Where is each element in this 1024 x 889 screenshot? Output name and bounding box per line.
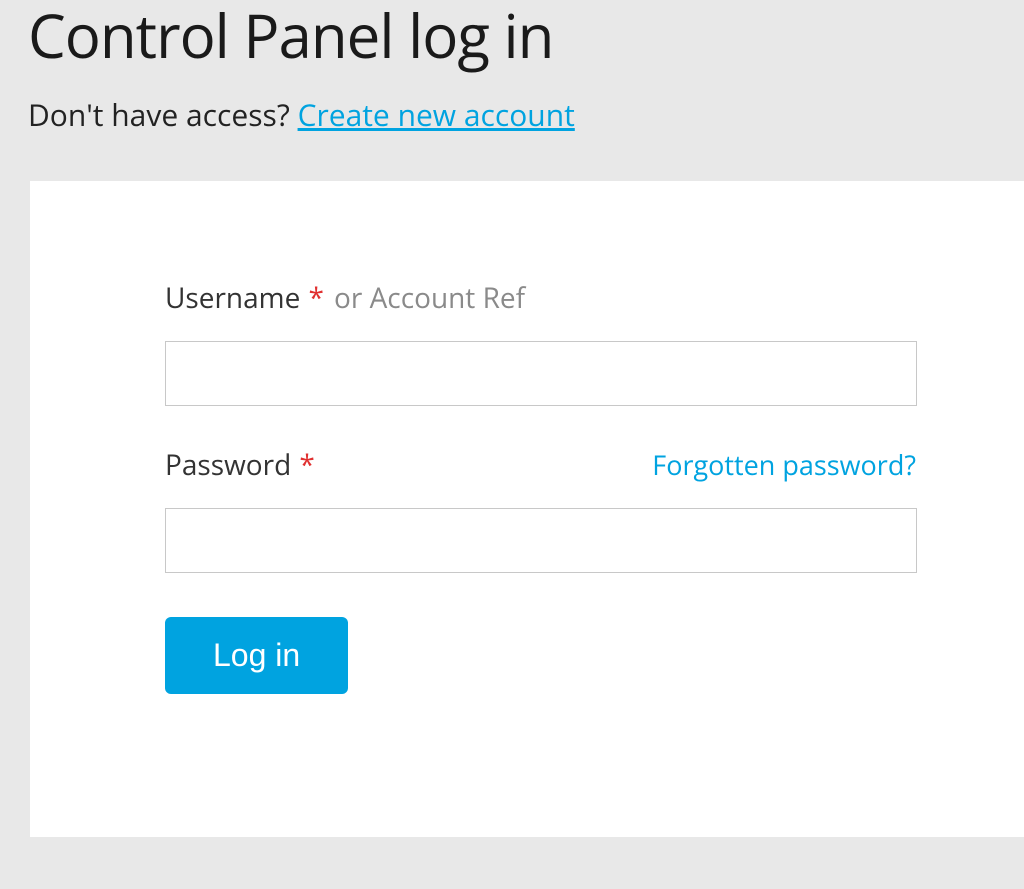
subtitle-prefix: Don't have access? — [28, 94, 298, 135]
create-account-link[interactable]: Create new account — [298, 94, 575, 135]
username-label: Username — [165, 279, 300, 317]
username-label-row: Username * or Account Ref — [165, 279, 916, 317]
username-hint: or Account Ref — [334, 279, 525, 317]
page-title: Control Panel log in — [28, 0, 1024, 76]
password-input[interactable] — [165, 508, 917, 573]
page-header: Control Panel log in Don't have access? … — [0, 0, 1024, 135]
username-field-block: Username * or Account Ref — [165, 279, 916, 406]
login-card: Username * or Account Ref Password * For… — [30, 181, 1024, 837]
password-field-block: Password * Forgotten password? — [165, 446, 916, 573]
required-star-icon: * — [299, 446, 314, 484]
subtitle-row: Don't have access? Create new account — [28, 94, 1024, 135]
forgot-password-link[interactable]: Forgotten password? — [652, 446, 916, 483]
password-label: Password — [165, 446, 291, 484]
password-label-row: Password * Forgotten password? — [165, 446, 916, 484]
required-star-icon: * — [308, 279, 323, 317]
username-input[interactable] — [165, 341, 917, 406]
login-button[interactable]: Log in — [165, 617, 348, 694]
